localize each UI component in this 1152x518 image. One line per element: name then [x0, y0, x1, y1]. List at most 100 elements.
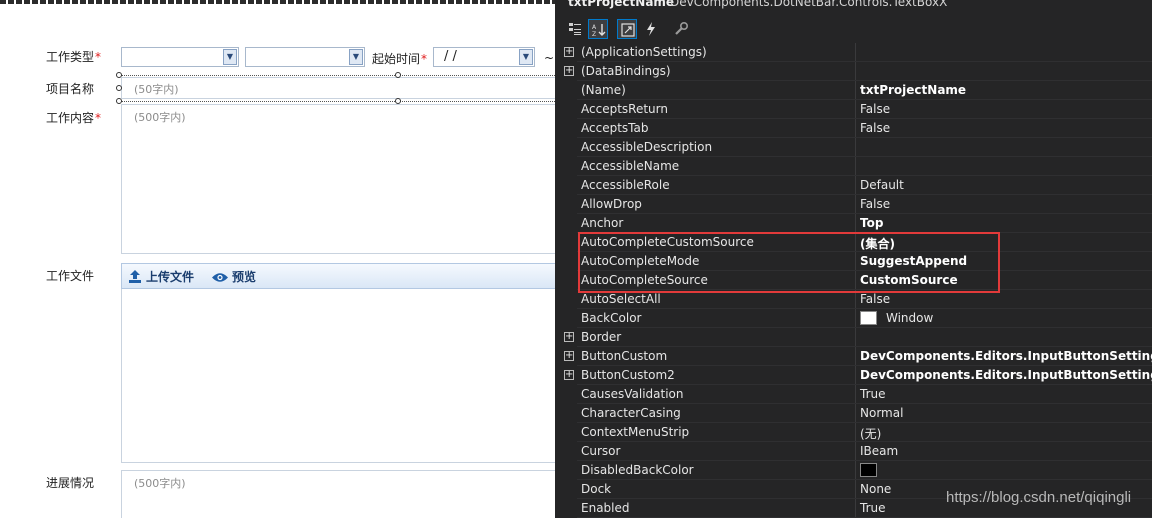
properties-toolbar: AZ — [555, 16, 1152, 42]
expand-icon[interactable]: + — [564, 332, 574, 342]
form-designer[interactable]: 工作类型* ▼ ▼ 起始时间* / / ▼ ~ 项目名称 (50字内) 工作内容… — [0, 0, 556, 518]
progress-label: 进展情况 — [46, 476, 95, 490]
property-name: Anchor — [581, 216, 624, 230]
property-value[interactable]: False — [860, 197, 890, 211]
property-value[interactable]: False — [860, 102, 890, 116]
property-value-text: True — [860, 501, 886, 515]
property-value[interactable]: (无) — [860, 425, 881, 442]
categorized-button[interactable] — [565, 19, 585, 39]
resize-handle[interactable] — [116, 72, 122, 78]
row-gutter — [555, 214, 577, 233]
property-row[interactable]: + Border — [555, 328, 1152, 347]
property-row[interactable]: + (DataBindings) — [555, 62, 1152, 81]
property-row[interactable]: AcceptsReturn False — [555, 100, 1152, 119]
property-value[interactable]: Normal — [860, 406, 903, 420]
alphabetical-icon: AZ — [592, 24, 606, 37]
work-content-textbox[interactable]: (500字内) — [121, 104, 556, 254]
object-selector[interactable]: txtProjectName DevComponents.DotNetBar.C… — [555, 0, 1152, 14]
work-type-combo-1[interactable]: ▼ — [121, 47, 239, 67]
property-row[interactable]: ContextMenuStrip (无) — [555, 423, 1152, 442]
property-value[interactable]: Default — [860, 178, 904, 192]
property-value-text: False — [860, 102, 891, 116]
column-divider — [855, 347, 856, 366]
property-row[interactable]: CharacterCasing Normal — [555, 404, 1152, 423]
date-value: / / — [444, 49, 457, 64]
upload-file-button[interactable]: 上传文件 — [128, 268, 194, 285]
property-row[interactable]: DisabledBackColor — [555, 461, 1152, 480]
property-value[interactable]: Top — [860, 216, 883, 230]
property-pages-button[interactable] — [671, 19, 691, 39]
property-value[interactable]: False — [860, 292, 890, 306]
property-row[interactable]: Anchor Top — [555, 214, 1152, 233]
properties-button[interactable] — [617, 19, 637, 39]
column-divider — [855, 157, 856, 176]
object-name: txtProjectName — [568, 0, 675, 9]
alphabetical-button[interactable]: AZ — [588, 19, 608, 39]
property-name: Dock — [581, 482, 612, 496]
property-value[interactable]: True — [860, 387, 886, 401]
column-divider — [855, 404, 856, 423]
events-icon — [647, 22, 655, 36]
property-name: AllowDrop — [581, 197, 642, 211]
file-list-area[interactable] — [121, 289, 556, 463]
column-divider — [855, 442, 856, 461]
project-name-textbox[interactable]: (50字内) — [121, 77, 556, 99]
row-gutter — [555, 309, 577, 328]
expand-icon[interactable]: + — [564, 370, 574, 380]
property-row[interactable]: Cursor IBeam — [555, 442, 1152, 461]
upload-icon — [129, 270, 141, 283]
property-value-text: False — [860, 121, 891, 135]
property-pages-icon — [675, 22, 688, 35]
property-value[interactable]: IBeam — [860, 444, 898, 458]
expand-icon[interactable]: + — [564, 351, 574, 361]
properties-icon — [621, 23, 635, 37]
row-gutter — [555, 176, 577, 195]
property-row[interactable]: AllowDrop False — [555, 195, 1152, 214]
work-type-combo-2[interactable]: ▼ — [245, 47, 365, 67]
property-name: (DataBindings) — [581, 64, 671, 78]
property-value[interactable]: DevComponents.Editors.InputButtonSetting… — [860, 349, 1152, 363]
events-button[interactable] — [641, 19, 661, 39]
expand-icon[interactable]: + — [564, 66, 574, 76]
property-row[interactable]: + ButtonCustom DevComponents.Editors.Input… — [555, 347, 1152, 366]
chevron-down-icon[interactable]: ▼ — [223, 49, 237, 65]
selection-border — [121, 75, 556, 76]
property-row[interactable]: AccessibleName — [555, 157, 1152, 176]
property-value[interactable]: txtProjectName — [860, 83, 966, 97]
property-row[interactable]: BackColor Window — [555, 309, 1152, 328]
property-value[interactable]: None — [860, 482, 891, 496]
property-value[interactable]: Window — [860, 311, 933, 325]
property-value-text: True — [860, 387, 886, 401]
row-gutter — [555, 461, 577, 480]
property-row[interactable]: + ButtonCustom2 DevComponents.Editors.Inpu… — [555, 366, 1152, 385]
row-gutter — [555, 404, 577, 423]
row-gutter — [555, 423, 577, 442]
property-value-text: DevComponents.Editors.InputButtonSetting… — [860, 368, 1152, 382]
resize-handle[interactable] — [395, 72, 401, 78]
property-value-text: Top — [860, 216, 884, 230]
property-value[interactable] — [860, 463, 886, 477]
expand-icon[interactable]: + — [564, 47, 574, 57]
start-date-picker[interactable]: / / ▼ — [433, 47, 535, 67]
row-gutter — [555, 290, 577, 309]
row-gutter — [555, 271, 577, 290]
property-row[interactable]: (Name) txtProjectName — [555, 81, 1152, 100]
resize-handle[interactable] — [116, 85, 122, 91]
property-row[interactable]: AccessibleRole Default — [555, 176, 1152, 195]
property-value[interactable]: False — [860, 121, 890, 135]
property-row[interactable]: CausesValidation True — [555, 385, 1152, 404]
column-divider — [855, 214, 856, 233]
highlight-box — [578, 232, 1000, 293]
chevron-down-icon[interactable]: ▼ — [349, 49, 363, 65]
property-name: CharacterCasing — [581, 406, 681, 420]
property-row[interactable]: AcceptsTab False — [555, 119, 1152, 138]
chevron-down-icon[interactable]: ▼ — [519, 49, 533, 65]
property-row[interactable]: AccessibleDescription — [555, 138, 1152, 157]
column-divider — [855, 43, 856, 62]
property-row[interactable]: + (ApplicationSettings) — [555, 43, 1152, 62]
date-range-separator: ~ — [544, 51, 555, 65]
preview-button[interactable]: 预览 — [212, 268, 256, 285]
property-value[interactable]: True — [860, 501, 886, 515]
progress-textbox[interactable]: (500字内) — [121, 470, 556, 518]
property-value[interactable]: DevComponents.Editors.InputButtonSetting… — [860, 368, 1152, 382]
